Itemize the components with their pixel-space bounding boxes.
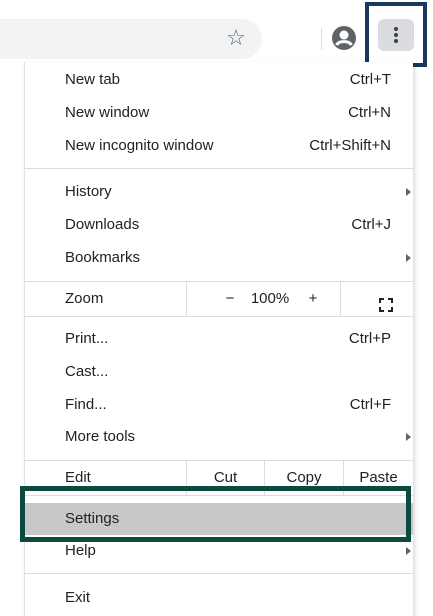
menu-item-label: Help xyxy=(65,542,96,559)
menu-button-highlight xyxy=(365,2,427,67)
zoom-out-button[interactable]: − xyxy=(220,282,240,316)
menu-item-shortcut: Ctrl+N xyxy=(348,104,391,121)
menu-item-help[interactable]: Help xyxy=(25,535,413,567)
zoom-in-button[interactable]: + xyxy=(303,282,323,316)
menu-item-exit[interactable]: Exit xyxy=(25,582,413,614)
menu-item-label: Find... xyxy=(65,396,107,413)
menu-item-shortcut: Ctrl+Shift+N xyxy=(309,137,391,154)
menu-item-label: Downloads xyxy=(65,216,140,233)
menu-item-shortcut: Ctrl+P xyxy=(348,330,391,347)
menu-item-cast[interactable]: Cast... xyxy=(25,356,413,388)
menu-item-new-incognito-window[interactable]: New incognito window Ctrl+Shift+N xyxy=(25,130,413,162)
toolbar-separator xyxy=(321,28,322,50)
menu-item-new-window[interactable]: New window Ctrl+N xyxy=(25,97,413,129)
menu-divider xyxy=(25,168,413,169)
menu-item-new-tab[interactable]: New tab Ctrl+T xyxy=(25,64,413,96)
menu-item-settings[interactable]: Settings xyxy=(25,503,413,535)
menu-item-label: More tools xyxy=(65,428,136,445)
cut-button[interactable]: Cut xyxy=(186,461,264,495)
menu-item-print[interactable]: Print... Ctrl+P xyxy=(25,323,413,355)
copy-button[interactable]: Copy xyxy=(264,461,343,495)
menu-item-shortcut: Ctrl+F xyxy=(349,396,391,413)
menu-item-label: Print... xyxy=(65,330,109,347)
account-circle-icon[interactable] xyxy=(331,25,357,51)
submenu-arrow-icon xyxy=(406,254,411,262)
menu-item-bookmarks[interactable]: Bookmarks xyxy=(25,242,413,274)
fullscreen-icon[interactable] xyxy=(379,291,393,312)
menu-item-label: New tab xyxy=(65,71,121,88)
copy-label: Copy xyxy=(286,469,322,486)
zoom-label: Zoom xyxy=(65,290,104,307)
star-outline-icon[interactable]: ☆ xyxy=(222,24,250,52)
menu-item-history[interactable]: History xyxy=(25,176,413,208)
browser-toolbar: ☆ xyxy=(0,0,433,67)
zoom-level: 100% xyxy=(250,290,290,307)
submenu-arrow-icon xyxy=(406,433,411,441)
paste-button[interactable]: Paste xyxy=(343,461,413,495)
cut-label: Cut xyxy=(213,469,238,486)
zoom-cell-divider xyxy=(340,282,341,316)
menu-item-downloads[interactable]: Downloads Ctrl+J xyxy=(25,209,413,241)
paste-label: Paste xyxy=(359,469,398,486)
menu-item-label: New incognito window xyxy=(65,137,214,154)
edit-row: Edit Cut Copy Paste xyxy=(25,460,413,496)
menu-item-label: History xyxy=(65,183,112,200)
menu-item-shortcut: Ctrl+T xyxy=(349,71,391,88)
menu-divider xyxy=(25,573,413,574)
menu-item-label: Exit xyxy=(65,589,91,606)
more-vert-icon[interactable] xyxy=(378,19,414,51)
submenu-arrow-icon xyxy=(406,188,411,196)
menu-item-label: New window xyxy=(65,104,150,121)
submenu-arrow-icon xyxy=(406,547,411,555)
menu-item-more-tools[interactable]: More tools xyxy=(25,421,413,453)
edit-label: Edit xyxy=(65,469,91,486)
menu-item-label: Bookmarks xyxy=(65,249,141,266)
menu-item-find[interactable]: Find... Ctrl+F xyxy=(25,389,413,421)
zoom-cell-divider xyxy=(186,282,187,316)
menu-item-label: Cast... xyxy=(65,363,109,380)
zoom-row: Zoom − 100% + xyxy=(25,281,413,317)
menu-item-label: Settings xyxy=(65,510,120,527)
chrome-main-menu: New tab Ctrl+T New window Ctrl+N New inc… xyxy=(24,62,413,616)
menu-item-shortcut: Ctrl+J xyxy=(351,216,391,233)
